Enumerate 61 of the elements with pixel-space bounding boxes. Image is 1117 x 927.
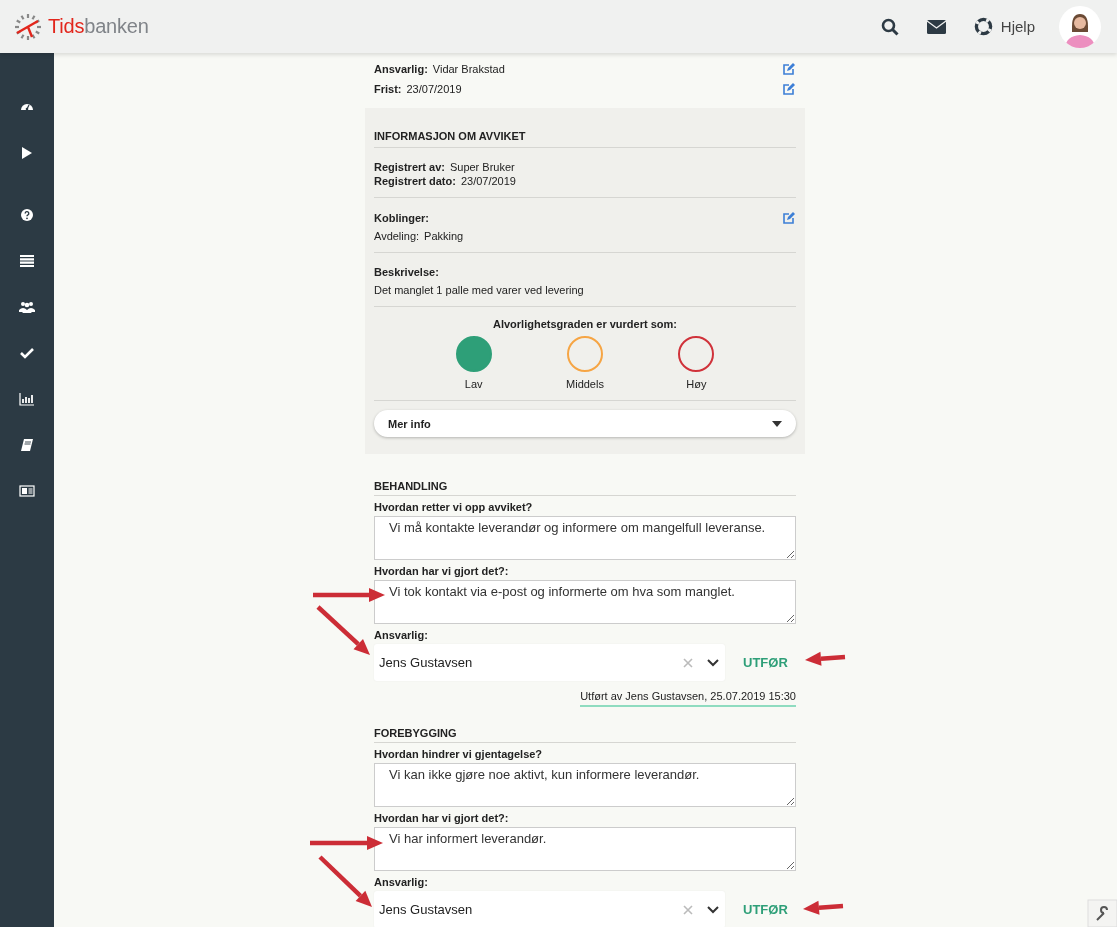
clock-logo-icon	[14, 12, 42, 41]
field-value: 23/07/2019	[460, 174, 516, 188]
more-info-dropdown[interactable]: Mer info	[374, 410, 796, 437]
logo-text[interactable]: Tidsbanken	[48, 15, 149, 38]
field-value: 23/07/2019	[406, 82, 462, 96]
severity-label: Høy	[686, 378, 707, 390]
section-heading: BEHANDLING	[374, 479, 449, 493]
description-text: Det manglet 1 palle med varer ved levering	[374, 283, 585, 297]
severity-heading: Alvorlighetsgraden er vurdert som:	[492, 317, 678, 332]
answer-box[interactable]: Vi må kontakte leverandør og informere om mangelfull leveranse.	[374, 516, 796, 560]
field-label: Ansvarlig:	[374, 628, 429, 642]
field-label: Registrert av:	[374, 160, 445, 174]
field-label: Ansvarlig:	[374, 62, 428, 76]
avatar[interactable]	[1059, 5, 1101, 48]
bar-chart-icon[interactable]	[19, 391, 35, 407]
question-label: Hvordan har vi gjort det?:	[374, 564, 510, 578]
wrench-icon[interactable]	[1087, 899, 1117, 927]
help-link[interactable]: Hjelp	[973, 17, 1035, 36]
annotation-arrow	[313, 588, 385, 602]
edit-icon[interactable]	[782, 211, 796, 225]
edit-icon[interactable]	[782, 62, 796, 76]
field-value: Vidar Brakstad	[432, 62, 505, 76]
question-label: Hvordan hindrer vi gjentagelse?	[374, 747, 544, 761]
severity-label: Lav	[464, 378, 483, 390]
severity-circle[interactable]	[678, 336, 715, 372]
book-icon[interactable]	[19, 437, 35, 453]
lifebuoy-icon	[973, 17, 993, 36]
annotation-arrow	[805, 651, 846, 666]
annotation-arrow	[316, 605, 370, 655]
envelope-icon[interactable]	[926, 19, 946, 34]
field-label: Avdeling:	[374, 229, 420, 243]
answer-box[interactable]: Vi tok kontakt via e-post og informerte om hva som manglet.	[374, 580, 796, 624]
panel-heading: INFORMASJON OM AVVIKET	[374, 129, 527, 143]
links-heading: Koblinger:	[374, 211, 429, 225]
severity-circle[interactable]	[455, 336, 492, 372]
question-label: Hvordan retter vi opp avviket?	[374, 500, 534, 514]
question-label: Hvordan har vi gjort det?:	[374, 811, 510, 825]
checkmark-icon[interactable]	[19, 345, 35, 361]
chevron-down-icon[interactable]	[707, 905, 719, 914]
id-card-icon[interactable]	[19, 483, 35, 499]
annotation-arrow	[803, 900, 844, 915]
severity-label: Middels	[566, 378, 604, 390]
search-icon[interactable]	[880, 17, 899, 36]
edit-icon[interactable]	[782, 82, 796, 96]
field-label: Frist:	[374, 82, 402, 96]
annotation-arrow	[318, 855, 372, 907]
list-icon[interactable]	[19, 253, 35, 269]
field-value: Super Bruker	[449, 160, 515, 174]
responsible-select[interactable]: Jens Gustavsen	[374, 891, 725, 927]
field-label: Registrert dato:	[374, 174, 456, 188]
field-label: Ansvarlig:	[374, 875, 429, 889]
question-icon[interactable]	[19, 207, 35, 223]
completed-note: Utført av Jens Gustavsen, 25.07.2019 15:30	[580, 690, 796, 707]
chevron-down-icon[interactable]	[707, 658, 719, 667]
answer-box[interactable]: Vi har informert leverandør.	[374, 827, 796, 871]
field-value: Pakking	[424, 229, 464, 243]
section-heading: FOREBYGGING	[374, 726, 458, 740]
users-icon[interactable]	[19, 299, 35, 315]
description-heading: Beskrivelse:	[374, 265, 440, 279]
responsible-select[interactable]: Jens Gustavsen	[374, 644, 725, 681]
answer-box[interactable]: Vi kan ikke gjøre noe aktivt, kun informere leverandør.	[374, 763, 796, 807]
